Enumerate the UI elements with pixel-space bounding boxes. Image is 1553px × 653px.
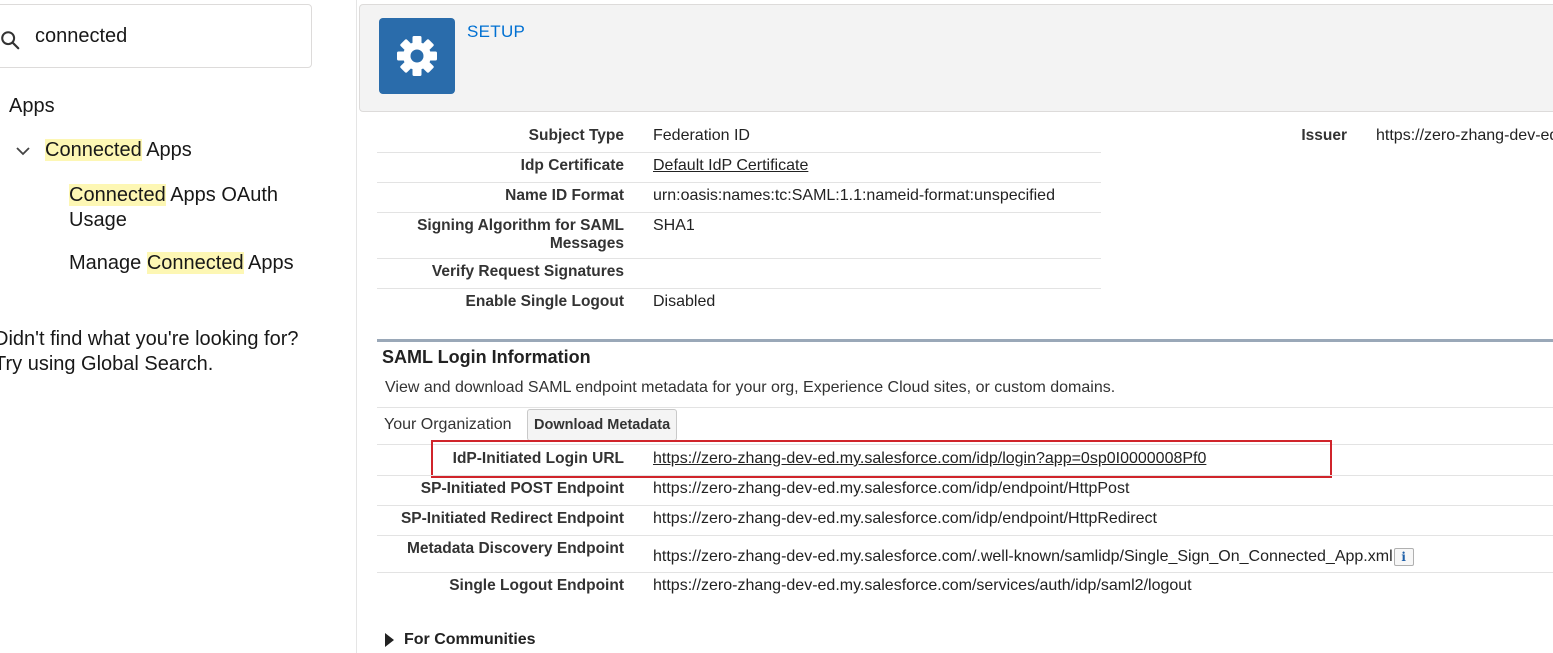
detail-row-name-id-format: Name ID Format urn:oasis:names:tc:SAML:1…	[377, 187, 1055, 205]
expand-triangle-icon[interactable]	[385, 633, 394, 647]
not-found-message: Didn't find what you're looking for? Try…	[0, 327, 334, 377]
field-label: Signing Algorithm for SAML Messages	[417, 217, 624, 252]
info-icon[interactable]: i	[1393, 548, 1414, 566]
metadata-discovery-url: https://zero-zhang-dev-ed.my.salesforce.…	[653, 548, 1393, 565]
field-label: Idp Certificate	[520, 157, 624, 174]
gear-icon	[397, 36, 437, 76]
field-label: Metadata Discovery Endpoint	[406, 540, 624, 557]
field-value: https://zero-zhang-dev-ed.my.salesforce.…	[653, 577, 1192, 594]
row-divider	[377, 258, 1101, 259]
row-divider	[377, 572, 1553, 573]
tree-item-label: Apps	[141, 139, 192, 161]
field-label: Enable Single Logout	[465, 293, 624, 310]
page-header: SETUP	[359, 4, 1553, 112]
field-value: urn:oasis:names:tc:SAML:1.1:nameid-forma…	[653, 187, 1055, 204]
field-value: https://zero-zhang-dev-ed.my.salesforce.…	[653, 480, 1130, 497]
tree-item-connected-apps-oauth-usage[interactable]: Connected Apps OAuth Usage	[69, 183, 319, 233]
download-metadata-button[interactable]: Download Metadata	[527, 409, 678, 441]
not-found-line: Didn't find what you're looking for?	[0, 328, 299, 350]
field-label: Name ID Format	[505, 187, 624, 204]
saml-row-sp-post-endpoint: SP-Initiated POST Endpoint https://zero-…	[377, 480, 1130, 498]
section-description: View and download SAML endpoint metadata…	[385, 379, 1116, 396]
search-icon	[1, 31, 20, 50]
field-value: Federation ID	[653, 127, 750, 144]
row-divider	[377, 475, 1553, 476]
detail-row-verify-signatures: Verify Request Signatures	[377, 263, 624, 281]
field-label: SP-Initiated POST Endpoint	[420, 480, 624, 497]
row-divider	[377, 152, 1101, 153]
tree-item-label: Manage	[69, 252, 147, 274]
setup-tile	[379, 18, 455, 94]
quick-find-box[interactable]	[0, 4, 312, 68]
tree-item-manage-connected-apps[interactable]: Manage Connected Apps	[69, 251, 319, 276]
global-search-hint: Try using Global Search.	[0, 353, 214, 375]
field-label: Issuer	[1301, 127, 1347, 144]
tree-item-label: Apps	[243, 252, 294, 274]
section-divider	[377, 339, 1553, 342]
detail-row-issuer: Issuer https://zero-zhang-dev-ed	[1287, 127, 1553, 145]
detail-row-idp-certificate: Idp Certificate Default IdP Certificate	[377, 157, 809, 175]
row-divider	[377, 212, 1101, 213]
field-value: SHA1	[653, 217, 695, 234]
your-organization-label: Your Organization	[384, 416, 512, 433]
field-label: Single Logout Endpoint	[449, 577, 624, 594]
saml-row-single-logout-endpoint: Single Logout Endpoint https://zero-zhan…	[377, 577, 1191, 595]
idp-certificate-link[interactable]: Default IdP Certificate	[653, 157, 808, 175]
row-divider	[377, 407, 1553, 408]
for-communities-toggle[interactable]: For Communities	[385, 631, 536, 649]
detail-row-signing-algorithm: Signing Algorithm for SAML Messages SHA1	[377, 217, 695, 253]
field-value: Disabled	[653, 293, 716, 310]
tree-item-connected-apps[interactable]: Connected Apps	[14, 139, 192, 162]
row-divider	[377, 182, 1101, 183]
field-label: Verify Request Signatures	[431, 263, 624, 280]
search-highlight: Connected	[69, 184, 166, 206]
search-highlight: Connected	[45, 139, 142, 161]
field-label: Subject Type	[528, 127, 624, 144]
chevron-down-icon[interactable]	[14, 142, 32, 160]
tree-item-apps[interactable]: Apps	[9, 95, 55, 118]
saml-row-metadata-discovery: Metadata Discovery Endpoint https://zero…	[377, 540, 1414, 566]
main-content: SETUP Subject Type Federation ID Issuer …	[356, 0, 1553, 653]
page-title: SETUP	[467, 22, 526, 41]
highlight-annotation-box	[431, 440, 1332, 478]
row-divider	[377, 288, 1101, 289]
row-divider	[377, 505, 1553, 506]
for-communities-label: For Communities	[404, 631, 536, 648]
detail-row-single-logout: Enable Single Logout Disabled	[377, 293, 716, 311]
section-title-saml-login: SAML Login Information	[382, 347, 591, 367]
quick-find-input[interactable]	[35, 25, 285, 48]
detail-row-subject-type: Subject Type Federation ID	[377, 127, 750, 145]
field-value: https://zero-zhang-dev-ed.my.salesforce.…	[653, 548, 1414, 566]
field-value: https://zero-zhang-dev-ed.my.salesforce.…	[653, 510, 1157, 527]
saml-row-sp-redirect-endpoint: SP-Initiated Redirect Endpoint https://z…	[377, 510, 1157, 528]
search-highlight: Connected	[146, 252, 244, 274]
field-value: https://zero-zhang-dev-ed	[1376, 127, 1553, 144]
field-label: SP-Initiated Redirect Endpoint	[400, 510, 624, 527]
setup-sidebar: Apps Connected Apps Connected Apps OAuth…	[0, 0, 340, 653]
row-divider	[377, 535, 1553, 536]
